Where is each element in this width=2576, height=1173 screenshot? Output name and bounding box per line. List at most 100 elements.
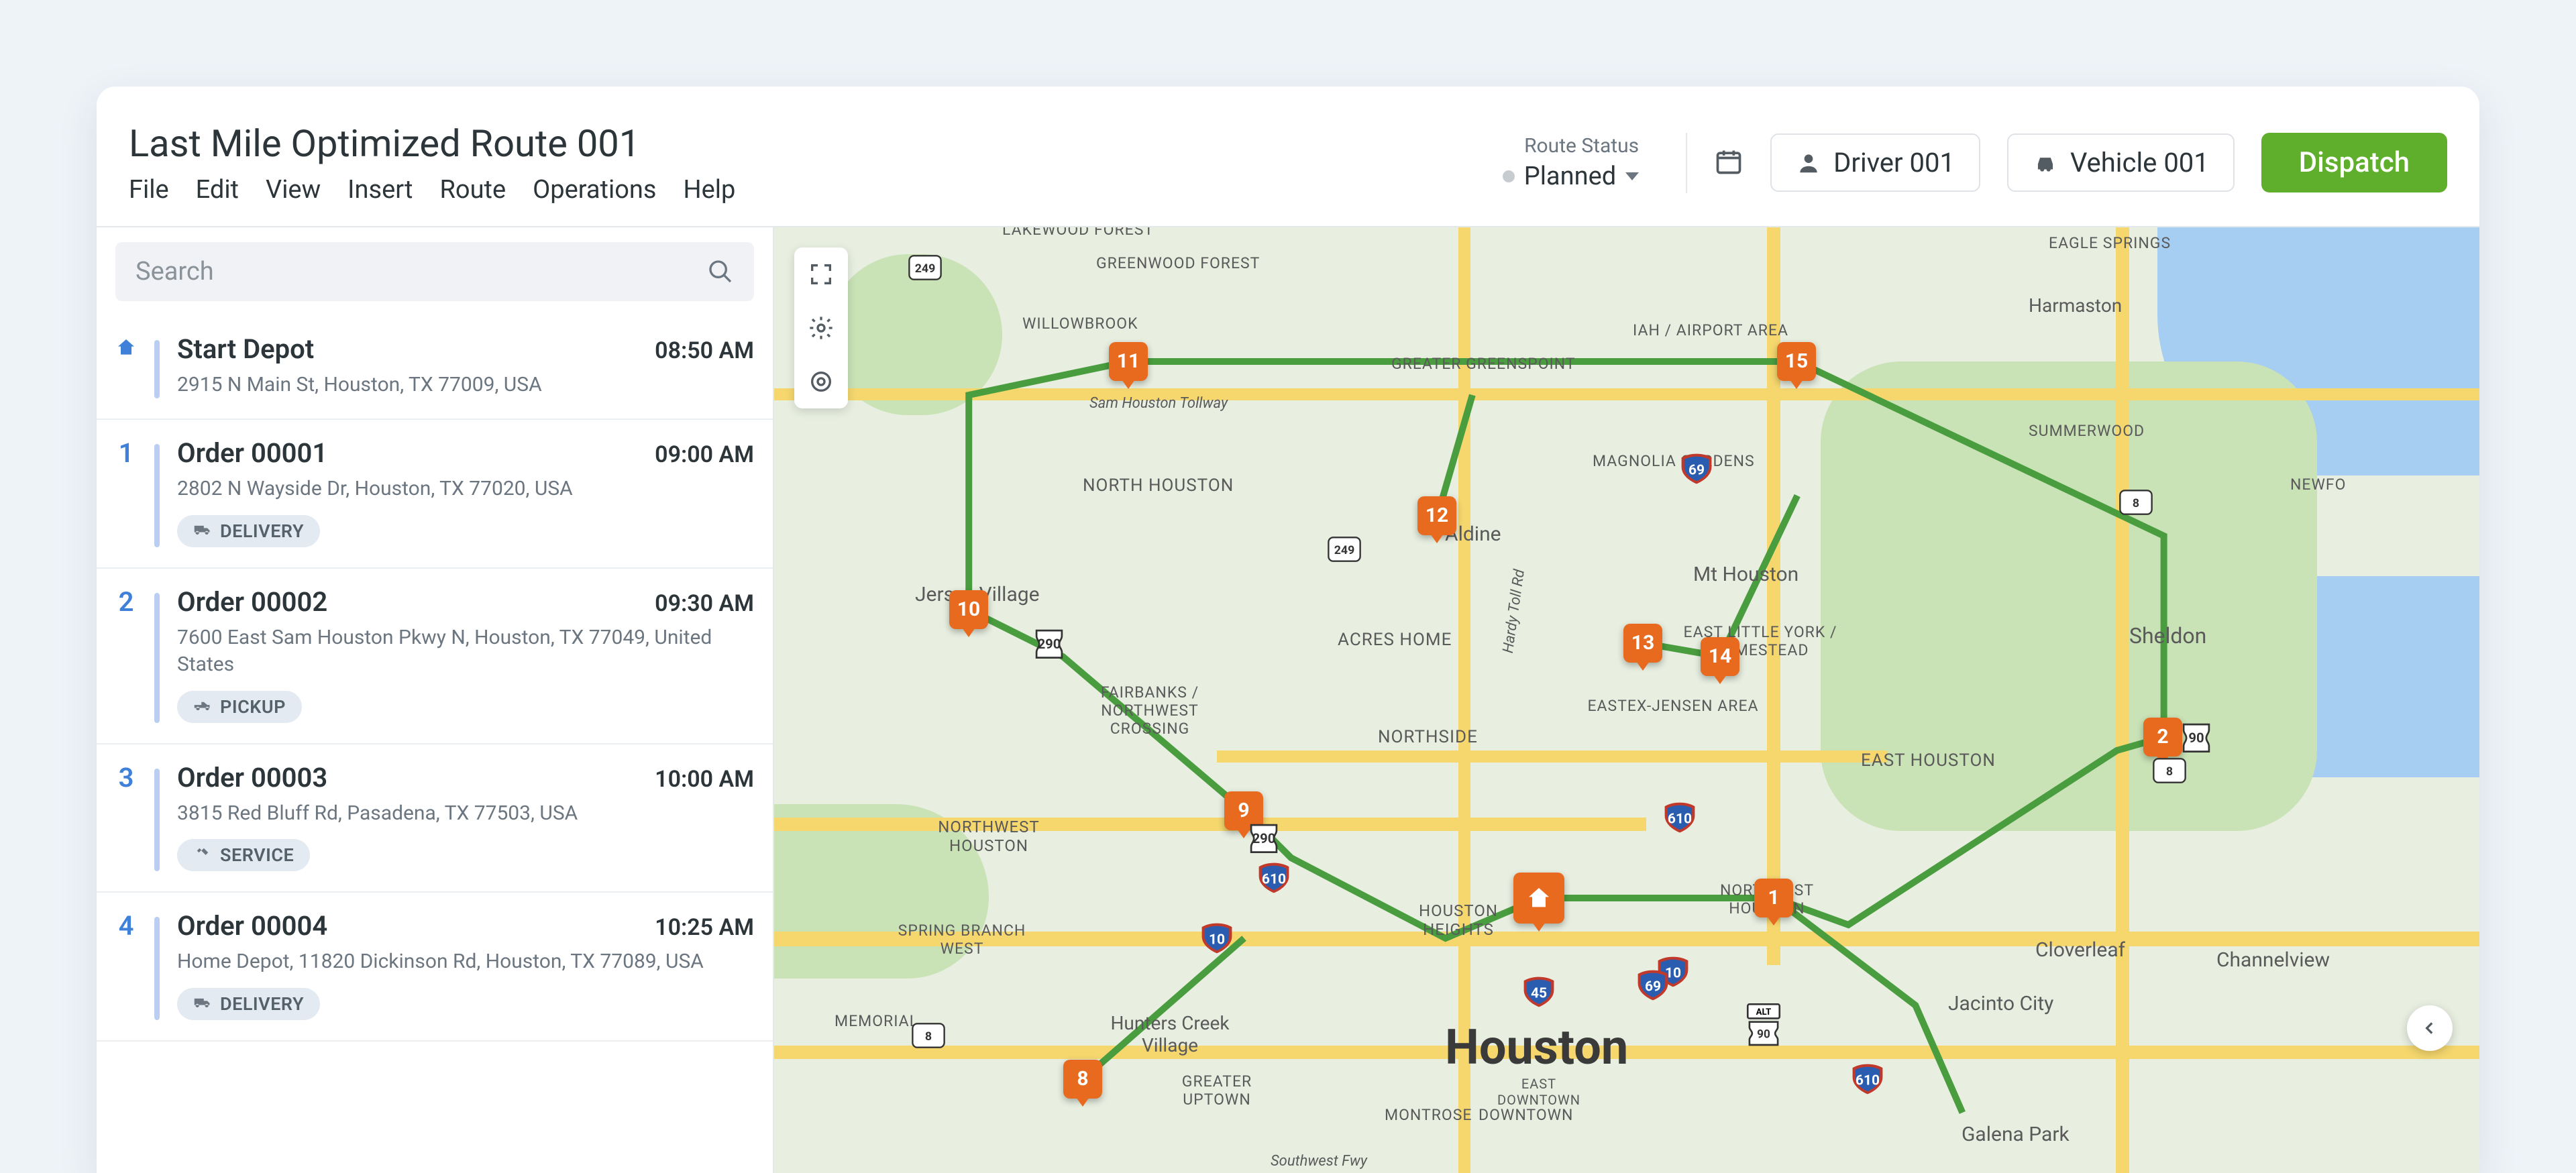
map-pin-stop[interactable]: 11 [1109,342,1148,381]
vehicle-selector[interactable]: Vehicle 001 [2007,133,2235,192]
map-pin-stop[interactable]: 13 [1623,624,1662,663]
stop-tag: PICKUP [177,691,302,723]
svg-text:249: 249 [1334,544,1355,557]
menu-edit[interactable]: Edit [196,175,239,205]
search-input[interactable] [115,242,754,301]
body: Start Depot08:50 AM 2915 N Main St, Hous… [97,227,2479,1173]
vehicle-label: Vehicle 001 [2070,147,2209,178]
menu-help[interactable]: Help [684,175,736,205]
map-pin-stop[interactable]: 12 [1417,496,1456,535]
city-label-houston: Houston [1445,1019,1628,1076]
locate-button[interactable] [794,355,848,408]
collapse-panel-button[interactable] [2407,1005,2453,1051]
map-area-label: Harmaston [2029,294,2122,317]
map-area-label: IAH / AIRPORT AREA [1633,321,1788,339]
timeline-track [154,444,160,547]
stop-row[interactable]: Start Depot08:50 AM 2915 N Main St, Hous… [97,316,773,421]
highway-shield: ALT90 [1744,1002,1783,1049]
fullscreen-button[interactable] [794,247,848,301]
menu-insert[interactable]: Insert [347,175,413,205]
stop-title: Order 00001 [177,437,327,469]
stops-sidebar: Start Depot08:50 AM 2915 N Main St, Hous… [97,227,774,1173]
stop-row[interactable]: 2 Order 0000209:30 AM 7600 East Sam Hous… [97,569,773,744]
svg-text:ALT: ALT [1756,1007,1772,1017]
map-pin-stop[interactable]: 10 [949,590,988,629]
map-area-label: GREATER UPTOWN [1157,1072,1277,1109]
svg-text:8: 8 [2133,497,2139,510]
search-icon [707,258,734,285]
map-pin-stop[interactable]: 1 [1754,879,1793,917]
stop-number: 4 [115,910,137,1020]
highway-shield: 290 [1031,625,1067,661]
status-dot-icon [1503,170,1515,182]
stops-list[interactable]: Start Depot08:50 AM 2915 N Main St, Hous… [97,316,773,1173]
stop-time: 08:50 AM [655,337,754,364]
menu-route[interactable]: Route [439,175,506,205]
map-pin-stop[interactable]: 8 [1063,1060,1102,1099]
route-status-dropdown[interactable]: Route Status Planned [1503,134,1659,191]
stop-row[interactable]: 4 Order 0000410:25 AM Home Depot, 11820 … [97,893,773,1042]
map-area-label: WILLOWBROOK [1022,315,1138,333]
map-area-label: GREATER GREENSPOINT [1391,355,1576,373]
chevron-down-icon [1625,172,1639,180]
map-pin-stop[interactable]: 2 [2143,718,2182,757]
menu-operations[interactable]: Operations [533,175,656,205]
map-area-label: ACRES HOME [1338,630,1452,650]
stop-number: 2 [115,586,137,723]
map-pin-stop[interactable]: 15 [1777,342,1816,381]
map-area-label: Channelview [2216,948,2330,972]
header: Last Mile Optimized Route 001 File Edit … [97,87,2479,227]
target-icon [808,368,835,395]
stop-title: Start Depot [177,333,314,365]
highway-shield: 249 [1327,535,1362,563]
map-area-label: Hunters Creek Village [1110,1012,1230,1056]
timeline-track [154,917,160,1020]
menu-file[interactable]: File [129,175,169,205]
route-status-label: Route Status [1503,134,1639,158]
highway-shield: 249 [908,254,943,282]
svg-text:45: 45 [1531,985,1547,1001]
highway-shield: 90 [2178,719,2214,755]
map-area-label: GREENWOOD FOREST [1096,254,1260,272]
search-field[interactable] [136,257,707,286]
map-area-label: Sheldon [2129,623,2206,649]
map-area-label: MONTROSE [1385,1106,1472,1124]
map-area-label: MEMORIAL [835,1012,918,1030]
svg-text:610: 610 [1668,811,1692,827]
svg-text:8: 8 [925,1030,932,1044]
stop-time: 10:25 AM [655,914,754,941]
highway-shield: 10 [1198,919,1236,957]
stop-number: 3 [115,762,137,872]
stop-row[interactable]: 3 Order 0000310:00 AM 3815 Red Bluff Rd,… [97,744,773,893]
highway-shield: 45 [1520,973,1558,1011]
settings-button[interactable] [794,301,848,355]
svg-text:10: 10 [1209,932,1225,948]
driver-selector[interactable]: Driver 001 [1770,133,1980,192]
route-status-value: Planned [1524,162,1616,191]
highway-shield: 610 [1255,859,1293,897]
map-area-label: HOUSTON HEIGHTS [1391,901,1525,939]
calendar-button[interactable] [1714,147,1743,179]
map-area-label: EAGLE SPRINGS [2049,234,2171,252]
map-pin-depot[interactable] [1513,873,1564,924]
stop-tag: SERVICE [177,839,310,871]
driver-label: Driver 001 [1833,147,1955,178]
stop-title: Order 00003 [177,762,327,793]
person-icon [1796,150,1821,176]
map[interactable]: Houston LAKEWOOD FORESTGREENWOOD FORESTW… [774,227,2479,1173]
map-area-label: Sam Houston Tollway [1089,395,1228,412]
svg-text:290: 290 [1252,830,1276,846]
map-area-label: NORTHWEST HOUSTON [908,818,1069,855]
truck-icon [193,993,212,1015]
tools-icon [193,844,212,866]
map-area-label: MAGNOLIA GARDENS [1593,452,1755,470]
stop-tag: DELIVERY [177,515,320,547]
map-area-label: SPRING BRANCH WEST [895,921,1029,958]
timeline-track [154,593,160,723]
stop-title: Order 00004 [177,910,327,942]
menu-view[interactable]: View [266,175,321,205]
stop-row[interactable]: 1 Order 0000109:00 AM 2802 N Wayside Dr,… [97,420,773,569]
dispatch-button[interactable]: Dispatch [2261,133,2447,192]
map-pin-stop[interactable]: 14 [1701,637,1739,676]
map-area-label: NEWFO [2290,476,2346,494]
